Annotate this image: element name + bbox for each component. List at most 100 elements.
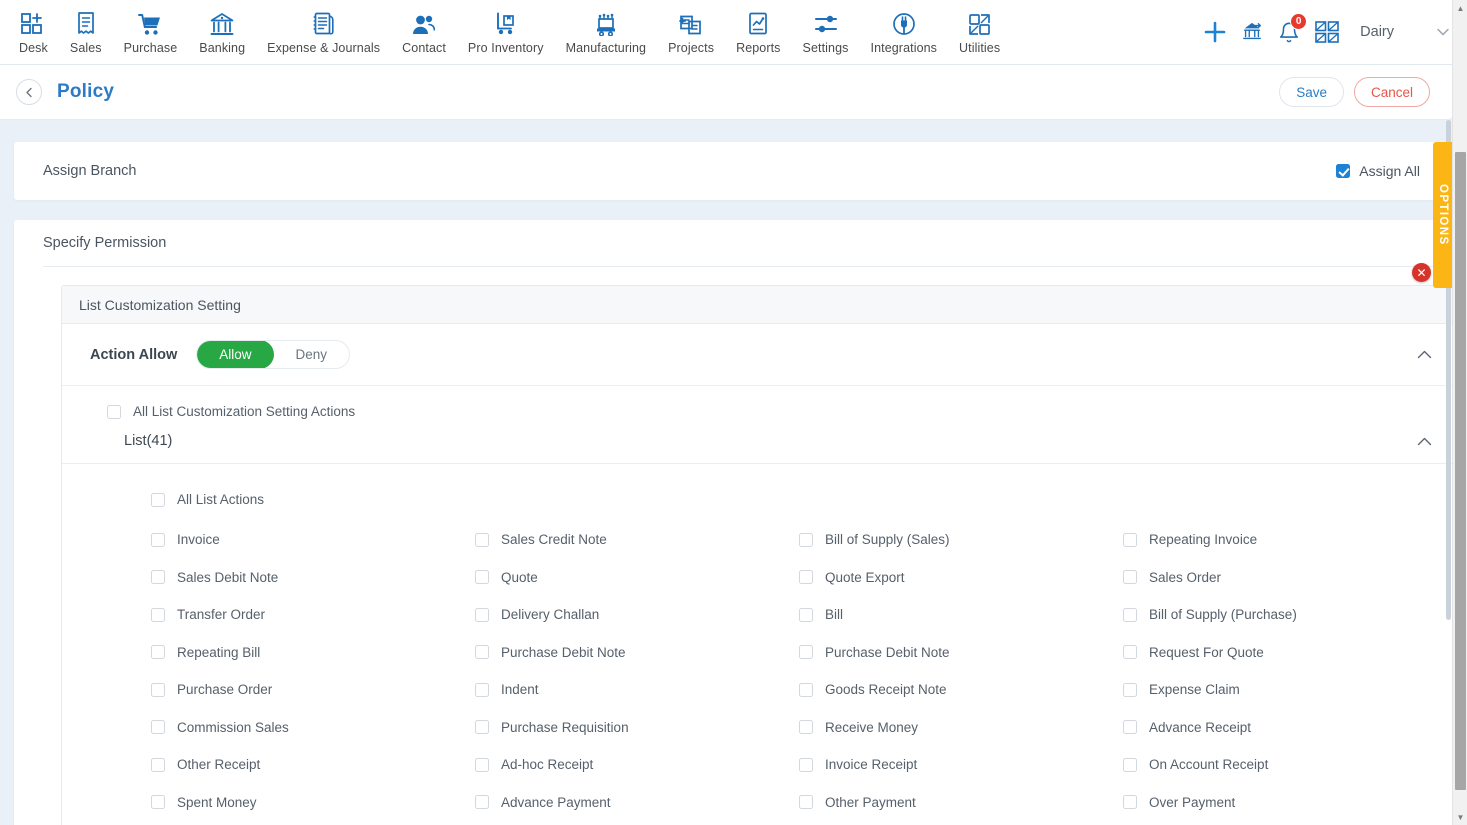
permission-checkbox[interactable] xyxy=(1123,645,1137,660)
list-collapse-chevron-up-icon[interactable] xyxy=(1417,434,1432,449)
organization-name[interactable]: Dairy xyxy=(1360,24,1394,40)
nav-item-settings[interactable]: Settings xyxy=(792,5,860,59)
browser-scrollbar[interactable]: ▲ ▼ xyxy=(1452,0,1467,825)
nav-item-expense-journals[interactable]: Expense & Journals xyxy=(256,5,391,59)
assign-all-checkbox[interactable] xyxy=(1336,164,1351,178)
permission-checkbox-item[interactable]: Receive Money xyxy=(799,709,1123,747)
permission-checkbox[interactable] xyxy=(799,757,813,772)
nav-item-manufacturing[interactable]: Manufacturing xyxy=(555,5,658,59)
all-list-actions-checkbox[interactable] xyxy=(151,492,165,507)
permission-checkbox[interactable] xyxy=(475,532,489,547)
permission-checkbox[interactable] xyxy=(799,607,813,622)
permission-checkbox-item[interactable]: Purchase Debit Note xyxy=(475,634,799,672)
permission-checkbox-item[interactable]: Repeating Manual Journal xyxy=(1123,821,1447,825)
nav-item-utilities[interactable]: Utilities xyxy=(948,5,1011,59)
permission-checkbox-item[interactable]: Advance Receipt xyxy=(1123,709,1447,747)
permission-checkbox-item[interactable]: Purchase Debit Note xyxy=(799,634,1123,672)
app-grid-icon[interactable] xyxy=(1315,21,1339,43)
permission-checkbox-item[interactable]: Purchase Order xyxy=(151,671,475,709)
permission-checkbox-item[interactable]: Invoice Receipt xyxy=(799,746,1123,784)
cancel-button[interactable]: Cancel xyxy=(1353,77,1430,107)
permission-checkbox[interactable] xyxy=(1123,795,1137,810)
permission-checkbox[interactable] xyxy=(799,795,813,810)
all-list-actions-row[interactable]: All List Actions xyxy=(62,464,1452,507)
notification-bell-icon[interactable]: 0 xyxy=(1278,12,1308,44)
permission-checkbox[interactable] xyxy=(1123,607,1137,622)
close-x-icon[interactable]: ✕ xyxy=(1412,263,1431,282)
all-setting-actions-row[interactable]: All List Customization Setting Actions xyxy=(62,386,1452,419)
permission-checkbox-item[interactable]: Bill xyxy=(799,596,1123,634)
permission-checkbox-item[interactable]: Quote Export xyxy=(799,559,1123,597)
permission-checkbox[interactable] xyxy=(1123,720,1137,735)
permission-checkbox-item[interactable]: Bill Payment xyxy=(151,821,475,825)
permission-checkbox-item[interactable]: Invoice xyxy=(151,521,475,559)
permission-checkbox-item[interactable]: Transfer Order xyxy=(151,596,475,634)
nav-item-desk[interactable]: Desk xyxy=(8,5,59,59)
nav-item-banking[interactable]: Banking xyxy=(188,5,256,59)
nav-item-purchase[interactable]: Purchase xyxy=(113,5,189,59)
back-button[interactable] xyxy=(16,79,42,105)
permission-checkbox-item[interactable]: On Account Receipt xyxy=(1123,746,1447,784)
nav-item-reports[interactable]: Reports xyxy=(725,5,791,59)
permission-checkbox-item[interactable]: Commission Sales xyxy=(151,709,475,747)
nav-item-integrations[interactable]: Integrations xyxy=(860,5,949,59)
permission-checkbox[interactable] xyxy=(151,795,165,810)
save-button[interactable]: Save xyxy=(1279,77,1344,107)
permission-checkbox[interactable] xyxy=(799,645,813,660)
permission-checkbox-item[interactable]: Request For Quote xyxy=(1123,634,1447,672)
permission-checkbox[interactable] xyxy=(475,682,489,697)
permission-checkbox[interactable] xyxy=(151,532,165,547)
permission-checkbox-item[interactable]: Ad-hoc Receipt xyxy=(475,746,799,784)
panel-collapse-chevron-up-icon[interactable] xyxy=(1417,347,1432,362)
permission-checkbox-item[interactable]: Sales Order xyxy=(1123,559,1447,597)
permission-checkbox-item[interactable]: Other Receipt xyxy=(151,746,475,784)
permission-checkbox[interactable] xyxy=(151,645,165,660)
permission-checkbox-item[interactable]: Manual Journal xyxy=(799,821,1123,825)
permission-checkbox-item[interactable]: Other Payment xyxy=(799,784,1123,822)
all-setting-actions-checkbox[interactable] xyxy=(107,404,121,419)
permission-checkbox[interactable] xyxy=(1123,757,1137,772)
permission-checkbox[interactable] xyxy=(151,607,165,622)
permission-checkbox[interactable] xyxy=(151,720,165,735)
permission-checkbox[interactable] xyxy=(1123,570,1137,585)
permission-checkbox[interactable] xyxy=(151,570,165,585)
options-side-tab[interactable]: OPTIONS xyxy=(1433,142,1453,288)
allow-deny-toggle[interactable]: Allow Deny xyxy=(196,340,351,369)
deny-option[interactable]: Deny xyxy=(274,341,350,368)
allow-option[interactable]: Allow xyxy=(197,341,274,368)
permission-checkbox[interactable] xyxy=(475,607,489,622)
bank-transfer-icon[interactable] xyxy=(1241,21,1263,43)
permission-checkbox-item[interactable]: Sales Debit Note xyxy=(151,559,475,597)
permission-checkbox-item[interactable]: Expense Claim xyxy=(1123,671,1447,709)
assign-all-toggle[interactable]: Assign All xyxy=(1336,163,1420,179)
permission-checkbox[interactable] xyxy=(475,757,489,772)
permission-checkbox-item[interactable]: On Account Payment xyxy=(475,821,799,825)
permission-checkbox-item[interactable]: Repeating Invoice xyxy=(1123,521,1447,559)
browser-scrollbar-thumb[interactable] xyxy=(1455,152,1466,790)
permission-checkbox[interactable] xyxy=(799,720,813,735)
permission-checkbox[interactable] xyxy=(475,570,489,585)
permission-checkbox[interactable] xyxy=(475,795,489,810)
permission-checkbox[interactable] xyxy=(799,570,813,585)
nav-item-contact[interactable]: Contact xyxy=(391,5,457,59)
permission-checkbox-item[interactable]: Spent Money xyxy=(151,784,475,822)
nav-item-pro-inventory[interactable]: Pro Inventory xyxy=(457,5,555,59)
permission-checkbox-item[interactable]: Delivery Challan xyxy=(475,596,799,634)
permission-checkbox[interactable] xyxy=(475,645,489,660)
scroll-up-arrow-icon[interactable]: ▲ xyxy=(1453,0,1467,16)
permission-checkbox[interactable] xyxy=(1123,682,1137,697)
permission-checkbox[interactable] xyxy=(151,757,165,772)
permission-checkbox[interactable] xyxy=(1123,532,1137,547)
chevron-down-icon[interactable] xyxy=(1437,25,1449,39)
nav-item-sales[interactable]: Sales xyxy=(59,5,113,59)
permission-checkbox-item[interactable]: Purchase Requisition xyxy=(475,709,799,747)
permission-checkbox-item[interactable]: Repeating Bill xyxy=(151,634,475,672)
permission-checkbox[interactable] xyxy=(475,720,489,735)
permission-checkbox-item[interactable]: Over Payment xyxy=(1123,784,1447,822)
permission-checkbox-item[interactable]: Sales Credit Note xyxy=(475,521,799,559)
permission-checkbox-item[interactable]: Indent xyxy=(475,671,799,709)
permission-checkbox-item[interactable]: Bill of Supply (Sales) xyxy=(799,521,1123,559)
permission-checkbox-item[interactable]: Quote xyxy=(475,559,799,597)
permission-checkbox-item[interactable]: Bill of Supply (Purchase) xyxy=(1123,596,1447,634)
scroll-down-arrow-icon[interactable]: ▼ xyxy=(1453,809,1467,825)
